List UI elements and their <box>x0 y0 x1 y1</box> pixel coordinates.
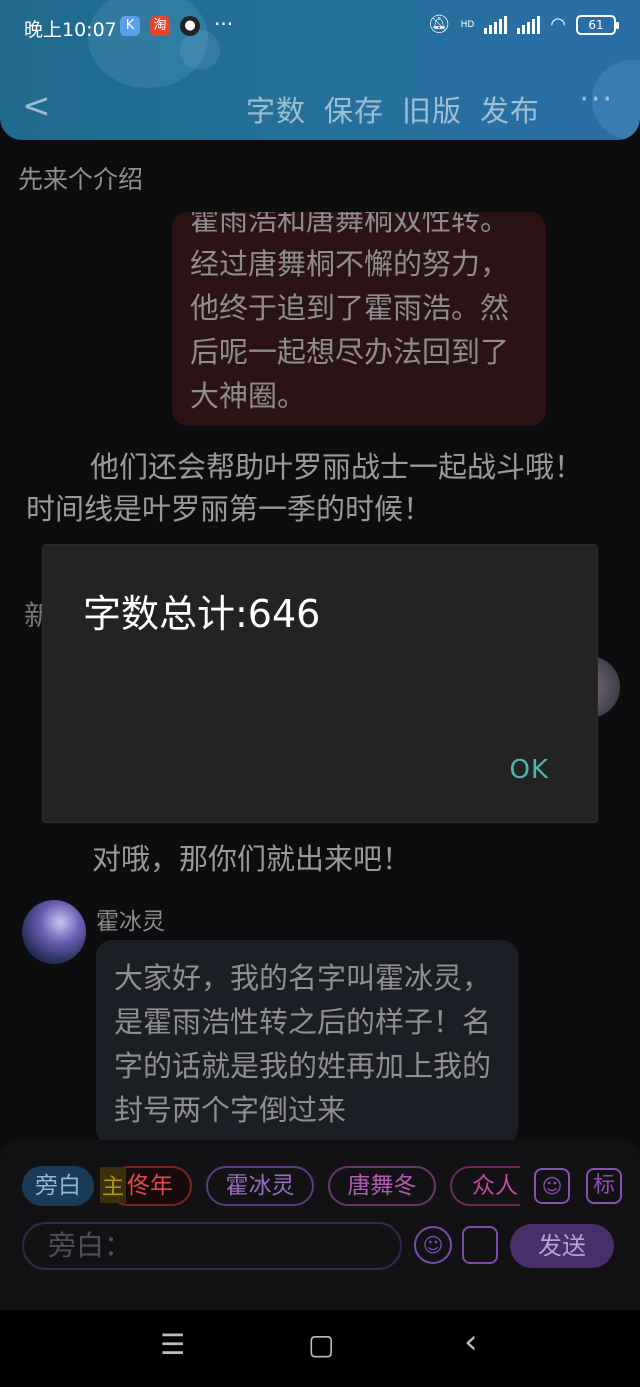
image-icon[interactable] <box>462 1226 498 1264</box>
chip-narrator[interactable]: 旁白 <box>22 1166 94 1206</box>
message-text: 霍雨浩和唐舞桐双性转。经过唐舞桐不懈的努力，他终于追到了霍雨浩。然后呢一起想尽办… <box>190 212 510 413</box>
status-bar: 晚上10:07 K 淘 ● ··· 🔕︎ HD ◠ 61 <box>0 0 640 54</box>
status-time: 晚上10:07 <box>24 19 117 41</box>
word-count-button[interactable]: 字数 <box>246 88 306 130</box>
narration-text: 他们还会帮助叶罗丽战士一起战斗哦！时间线是叶罗丽第一季的时候！ <box>26 450 584 526</box>
top-bar: 晚上10:07 K 淘 ● ··· 🔕︎ HD ◠ 61 < 字数 保存 旧版 … <box>0 0 640 140</box>
chip-role[interactable]: 霍冰灵 <box>206 1166 314 1206</box>
publish-button[interactable]: 发布 <box>480 88 540 130</box>
battery-icon: 61 <box>576 14 619 35</box>
section-title: 先来个介绍 <box>18 165 144 194</box>
message-text: 大家好，我的名字叫霍冰灵，是霍雨浩性转之后的样子！名字的话就是我的姓再加上我的封… <box>114 961 492 1127</box>
system-nav-bar: ☰ ▢ ‹ <box>0 1310 640 1387</box>
wifi-icon: ◠ <box>550 14 566 35</box>
signal-icon <box>517 15 541 34</box>
header-actions: 字数 保存 旧版 发布 <box>246 88 540 130</box>
chip-role[interactable]: 唐舞冬 <box>328 1166 436 1206</box>
message-bubble-dark[interactable]: 大家好，我的名字叫霍冰灵，是霍雨浩性转之后的样子！名字的话就是我的姓再加上我的封… <box>96 940 518 1145</box>
role-chip-list[interactable]: 旁白 佟年 霍冰灵 唐舞冬 众人 <box>20 1166 520 1208</box>
menu-icon[interactable]: ☰ <box>160 1328 185 1361</box>
chip-role[interactable]: 众人 <box>450 1166 520 1206</box>
word-count-dialog: 字数总计:646 OK <box>43 545 597 822</box>
signal-hd-label: HD <box>460 19 475 30</box>
word-count-message: 字数总计:646 <box>83 592 321 636</box>
save-button[interactable]: 保存 <box>324 88 384 130</box>
old-version-button[interactable]: 旧版 <box>402 88 462 130</box>
app-notification-icon: K <box>120 16 140 36</box>
signal-icon <box>484 15 508 34</box>
send-button[interactable]: 发送 <box>510 1224 614 1268</box>
taobao-icon: 淘 <box>150 16 170 36</box>
narration-text: 对哦，那你们就出来吧！ <box>92 842 412 876</box>
mute-icon: 🔕︎ <box>427 14 451 35</box>
camera-app-icon: ● <box>180 16 200 36</box>
back-icon[interactable]: ‹ <box>464 1322 478 1362</box>
speaker-name: 霍冰灵 <box>96 909 165 935</box>
tag-icon[interactable]: 标 <box>586 1168 622 1204</box>
more-options-icon[interactable]: ··· <box>579 82 614 117</box>
more-notifications-icon: ··· <box>214 12 234 36</box>
home-icon[interactable]: ▢ <box>308 1328 334 1361</box>
emoji-icon[interactable]: ☺ <box>414 1226 452 1264</box>
message-input[interactable]: 旁白： <box>22 1222 402 1270</box>
back-chevron-icon[interactable]: < <box>22 86 51 126</box>
message-bubble-pink[interactable]: 霍雨浩和唐舞桐双性转。经过唐舞桐不懈的努力，他终于追到了霍雨浩。然后呢一起想尽办… <box>172 212 546 426</box>
main-role-tag: 主 <box>100 1167 127 1203</box>
ok-button[interactable]: OK <box>509 755 549 785</box>
editor-header: < 字数 保存 旧版 发布 ··· <box>0 80 640 136</box>
person-icon[interactable]: ☺ <box>534 1168 570 1204</box>
avatar[interactable] <box>22 900 86 964</box>
